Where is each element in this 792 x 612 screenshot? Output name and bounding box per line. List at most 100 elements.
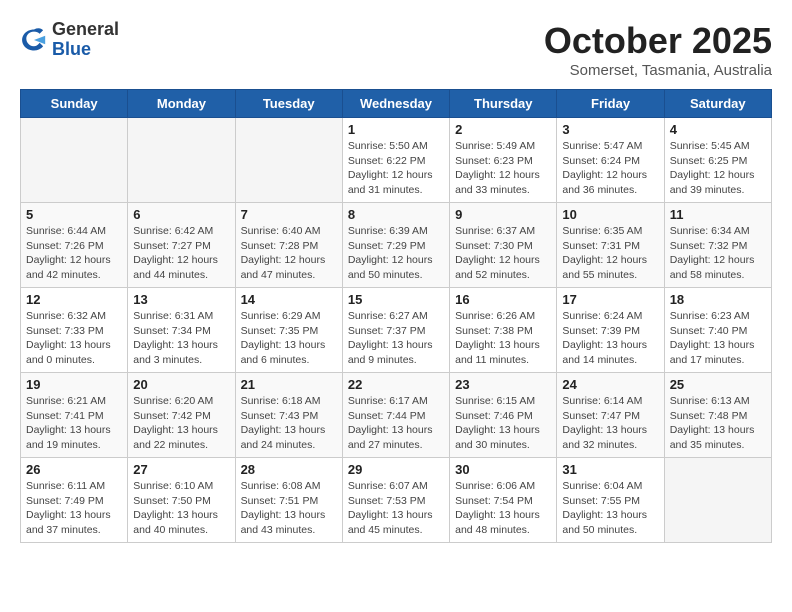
- day-info: Sunrise: 6:42 AM Sunset: 7:27 PM Dayligh…: [133, 224, 229, 283]
- day-number: 1: [348, 122, 444, 137]
- day-number: 28: [241, 462, 337, 477]
- day-number: 7: [241, 207, 337, 222]
- weekday-header-monday: Monday: [128, 90, 235, 118]
- day-number: 8: [348, 207, 444, 222]
- day-info: Sunrise: 6:31 AM Sunset: 7:34 PM Dayligh…: [133, 309, 229, 368]
- day-number: 14: [241, 292, 337, 307]
- calendar-cell: 9 Sunrise: 6:37 AM Sunset: 7:30 PM Daylig…: [450, 203, 557, 288]
- calendar-cell: 31Sunrise: 6:04 AM Sunset: 7:55 PM Dayli…: [557, 458, 664, 543]
- day-number: 31: [562, 462, 658, 477]
- calendar-cell: 11 Sunrise: 6:34 AM Sunset: 7:32 PM Dayli…: [664, 203, 771, 288]
- calendar-cell: 6 Sunrise: 6:42 AM Sunset: 7:27 PM Daylig…: [128, 203, 235, 288]
- day-number: 22: [348, 377, 444, 392]
- day-info: Sunrise: 6:44 AM Sunset: 7:26 PM Dayligh…: [26, 224, 122, 283]
- calendar-cell: 4Sunrise: 5:45 AM Sunset: 6:25 PM Daylig…: [664, 118, 771, 203]
- week-row-2: 5 Sunrise: 6:44 AM Sunset: 7:26 PM Daylig…: [21, 203, 772, 288]
- calendar-cell: 5 Sunrise: 6:44 AM Sunset: 7:26 PM Daylig…: [21, 203, 128, 288]
- calendar-cell: 25 Sunrise: 6:13 AM Sunset: 7:48 PM Dayli…: [664, 373, 771, 458]
- day-info: Sunrise: 6:18 AM Sunset: 7:43 PM Dayligh…: [241, 394, 337, 453]
- day-info: Sunrise: 5:49 AM Sunset: 6:23 PM Dayligh…: [455, 139, 551, 198]
- day-info: Sunrise: 6:10 AM Sunset: 7:50 PM Dayligh…: [133, 479, 229, 538]
- title-area: October 2025 Somerset, Tasmania, Austral…: [544, 20, 772, 79]
- logo: General Blue: [20, 20, 119, 60]
- calendar-cell: 13 Sunrise: 6:31 AM Sunset: 7:34 PM Dayli…: [128, 288, 235, 373]
- day-info: Sunrise: 6:17 AM Sunset: 7:44 PM Dayligh…: [348, 394, 444, 453]
- day-info: Sunrise: 6:14 AM Sunset: 7:47 PM Dayligh…: [562, 394, 658, 453]
- day-info: Sunrise: 6:24 AM Sunset: 7:39 PM Dayligh…: [562, 309, 658, 368]
- calendar-cell: 21 Sunrise: 6:18 AM Sunset: 7:43 PM Dayli…: [235, 373, 342, 458]
- calendar-cell: 24Sunrise: 6:14 AM Sunset: 7:47 PM Dayli…: [557, 373, 664, 458]
- calendar-cell: 10 Sunrise: 6:35 AM Sunset: 7:31 PM Dayli…: [557, 203, 664, 288]
- calendar-cell: 3 Sunrise: 5:47 AM Sunset: 6:24 PM Daylig…: [557, 118, 664, 203]
- day-info: Sunrise: 6:23 AM Sunset: 7:40 PM Dayligh…: [670, 309, 766, 368]
- day-number: 3: [562, 122, 658, 137]
- day-info: Sunrise: 6:21 AM Sunset: 7:41 PM Dayligh…: [26, 394, 122, 453]
- weekday-header-thursday: Thursday: [450, 90, 557, 118]
- calendar-cell: 26Sunrise: 6:11 AM Sunset: 7:49 PM Dayli…: [21, 458, 128, 543]
- weekday-header-wednesday: Wednesday: [342, 90, 449, 118]
- logo-text: General Blue: [52, 20, 119, 60]
- day-info: Sunrise: 6:13 AM Sunset: 7:48 PM Dayligh…: [670, 394, 766, 453]
- month-title: October 2025: [544, 20, 772, 62]
- calendar-header-row: SundayMondayTuesdayWednesdayThursdayFrid…: [21, 90, 772, 118]
- day-info: Sunrise: 6:08 AM Sunset: 7:51 PM Dayligh…: [241, 479, 337, 538]
- weekday-header-tuesday: Tuesday: [235, 90, 342, 118]
- day-info: Sunrise: 6:26 AM Sunset: 7:38 PM Dayligh…: [455, 309, 551, 368]
- day-number: 11: [670, 207, 766, 222]
- day-number: 26: [26, 462, 122, 477]
- day-number: 23: [455, 377, 551, 392]
- calendar-cell: 1 Sunrise: 5:50 AM Sunset: 6:22 PM Daylig…: [342, 118, 449, 203]
- calendar-table: SundayMondayTuesdayWednesdayThursdayFrid…: [20, 89, 772, 543]
- day-info: Sunrise: 6:40 AM Sunset: 7:28 PM Dayligh…: [241, 224, 337, 283]
- calendar-cell: 16 Sunrise: 6:26 AM Sunset: 7:38 PM Dayli…: [450, 288, 557, 373]
- day-number: 21: [241, 377, 337, 392]
- day-number: 5: [26, 207, 122, 222]
- day-info: Sunrise: 5:47 AM Sunset: 6:24 PM Dayligh…: [562, 139, 658, 198]
- day-number: 12: [26, 292, 122, 307]
- day-number: 10: [562, 207, 658, 222]
- day-number: 25: [670, 377, 766, 392]
- day-number: 18: [670, 292, 766, 307]
- logo-icon: [20, 26, 48, 54]
- week-row-5: 26Sunrise: 6:11 AM Sunset: 7:49 PM Dayli…: [21, 458, 772, 543]
- calendar-cell: 18 Sunrise: 6:23 AM Sunset: 7:40 PM Dayli…: [664, 288, 771, 373]
- calendar-cell: [235, 118, 342, 203]
- day-number: 4: [670, 122, 766, 137]
- calendar-cell: 7 Sunrise: 6:40 AM Sunset: 7:28 PM Daylig…: [235, 203, 342, 288]
- calendar-cell: [21, 118, 128, 203]
- weekday-header-sunday: Sunday: [21, 90, 128, 118]
- day-info: Sunrise: 6:15 AM Sunset: 7:46 PM Dayligh…: [455, 394, 551, 453]
- week-row-1: 1 Sunrise: 5:50 AM Sunset: 6:22 PM Daylig…: [21, 118, 772, 203]
- day-number: 15: [348, 292, 444, 307]
- calendar-cell: [128, 118, 235, 203]
- day-info: Sunrise: 5:50 AM Sunset: 6:22 PM Dayligh…: [348, 139, 444, 198]
- day-number: 20: [133, 377, 229, 392]
- week-row-4: 19Sunrise: 6:21 AM Sunset: 7:41 PM Dayli…: [21, 373, 772, 458]
- day-info: Sunrise: 6:32 AM Sunset: 7:33 PM Dayligh…: [26, 309, 122, 368]
- calendar-cell: 20Sunrise: 6:20 AM Sunset: 7:42 PM Dayli…: [128, 373, 235, 458]
- day-number: 13: [133, 292, 229, 307]
- calendar-cell: 29Sunrise: 6:07 AM Sunset: 7:53 PM Dayli…: [342, 458, 449, 543]
- day-info: Sunrise: 6:35 AM Sunset: 7:31 PM Dayligh…: [562, 224, 658, 283]
- calendar-cell: 28 Sunrise: 6:08 AM Sunset: 7:51 PM Dayli…: [235, 458, 342, 543]
- calendar-header: General Blue October 2025 Somerset, Tasm…: [20, 20, 772, 79]
- day-number: 16: [455, 292, 551, 307]
- day-number: 27: [133, 462, 229, 477]
- calendar-cell: 17 Sunrise: 6:24 AM Sunset: 7:39 PM Dayli…: [557, 288, 664, 373]
- day-number: 6: [133, 207, 229, 222]
- calendar-cell: 12 Sunrise: 6:32 AM Sunset: 7:33 PM Dayli…: [21, 288, 128, 373]
- day-info: Sunrise: 6:29 AM Sunset: 7:35 PM Dayligh…: [241, 309, 337, 368]
- calendar-cell: 15Sunrise: 6:27 AM Sunset: 7:37 PM Dayli…: [342, 288, 449, 373]
- day-number: 17: [562, 292, 658, 307]
- day-number: 9: [455, 207, 551, 222]
- weekday-header-friday: Friday: [557, 90, 664, 118]
- day-info: Sunrise: 6:37 AM Sunset: 7:30 PM Dayligh…: [455, 224, 551, 283]
- day-number: 30: [455, 462, 551, 477]
- calendar-cell: 22 Sunrise: 6:17 AM Sunset: 7:44 PM Dayli…: [342, 373, 449, 458]
- day-info: Sunrise: 6:34 AM Sunset: 7:32 PM Dayligh…: [670, 224, 766, 283]
- calendar-cell: 2Sunrise: 5:49 AM Sunset: 6:23 PM Daylig…: [450, 118, 557, 203]
- calendar-cell: [664, 458, 771, 543]
- calendar-cell: 23 Sunrise: 6:15 AM Sunset: 7:46 PM Dayli…: [450, 373, 557, 458]
- day-number: 29: [348, 462, 444, 477]
- calendar-cell: 27 Sunrise: 6:10 AM Sunset: 7:50 PM Dayli…: [128, 458, 235, 543]
